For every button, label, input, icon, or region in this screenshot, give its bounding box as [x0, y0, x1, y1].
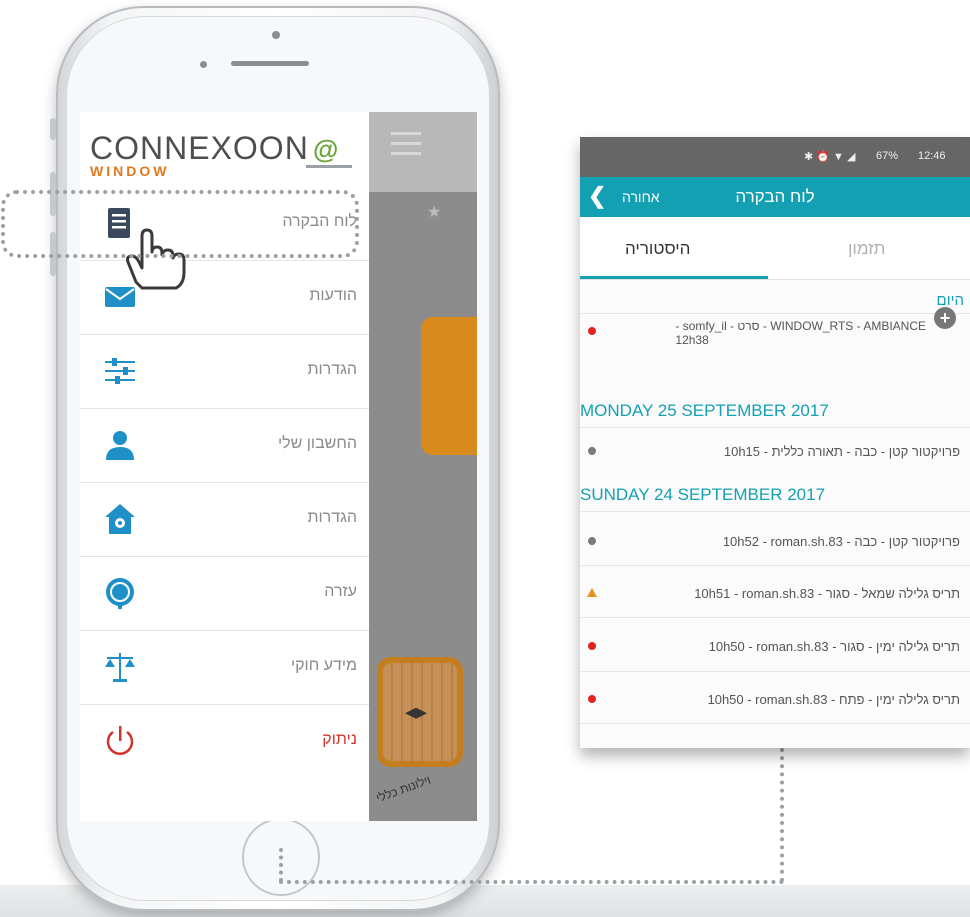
history-entry-text: תריס גלילה ימין - סגור - 10h50 - roman.s… — [708, 639, 960, 654]
warning-triangle-icon — [587, 588, 597, 597]
earpiece-speaker — [231, 61, 309, 66]
power-icon — [106, 726, 134, 755]
logo-at-icon: @ — [313, 134, 339, 164]
history-entry-text: תריס גלילה שמאל - סגור - 10h51 - roman.s… — [694, 586, 960, 601]
history-entry: פרויקטור קטן - כבה - 10h52 - roman.sh.83 — [580, 517, 970, 563]
status-dot-gray — [588, 537, 596, 545]
mute-switch — [50, 118, 56, 140]
history-entry-text: פרויקטור קטן - כבה - 10h52 - roman.sh.83 — [722, 534, 960, 549]
menu-item-label: מידע חוקי — [290, 657, 357, 674]
date-header: SUNDAY 24 SEPTEMBER 2017 — [580, 485, 826, 504]
menu-item-home-settings[interactable]: הגדרות — [80, 483, 369, 557]
device-tile — [421, 317, 477, 455]
menu-item-label: ניתוק — [322, 731, 357, 748]
today-entry: WINDOW_RTS - AMBIANCE - סרט - somfy_il -… — [675, 319, 926, 347]
menu-item-label: החשבון שלי — [278, 435, 357, 452]
shutter-icon — [377, 657, 463, 767]
front-camera — [272, 31, 280, 39]
history-entry: תריס גלילה שמאל - סגור - 10h51 - roman.s… — [580, 569, 970, 615]
today-entry-line1: WINDOW_RTS - AMBIANCE - סרט - somfy_il - — [675, 319, 926, 333]
menu-item-settings[interactable]: הגדרות — [80, 335, 369, 409]
add-entry-button[interactable]: + — [934, 307, 956, 329]
connector-dotted-line — [279, 848, 283, 882]
divider — [580, 617, 970, 618]
history-entry: תריס גלילה ימין - פתח - 10h50 - roman.sh… — [580, 675, 970, 721]
tab-bar: היסטוריה תזמון — [580, 217, 970, 280]
hamburger-icon — [391, 132, 421, 135]
history-entry: תריס גלילה ימין - סגור - 10h50 - roman.s… — [580, 622, 970, 668]
menu-item-label: עזרה — [324, 583, 357, 600]
menu-item-logout[interactable]: ניתוק — [80, 705, 369, 779]
menu-item-my-account[interactable]: החשבון שלי — [80, 409, 369, 483]
logo-text: CONNEXOON — [90, 130, 309, 166]
background-header — [369, 112, 477, 192]
star-icon: ★ — [427, 204, 442, 221]
connector-dotted-line — [279, 880, 784, 884]
dashboard-screenshot: ✱ ⏰ ▼ ◢ 67% 12:46 ❮ אחורה לוח הבקרה היסט… — [580, 137, 970, 748]
home-gear-icon — [105, 504, 135, 534]
status-dot-red — [588, 327, 596, 335]
menu-item-label: הגדרות — [307, 509, 357, 526]
menu-item-help[interactable]: עזרה — [80, 557, 369, 631]
sliders-icon — [105, 358, 135, 384]
menu-item-label: הודעות — [309, 287, 357, 304]
page-title: לוח הבקרה — [735, 187, 815, 206]
history-entry-text: פרויקטור קטן - כבה - תאורה כללית - 10h15 — [723, 444, 960, 459]
active-tab-indicator — [580, 276, 768, 279]
status-dot-red — [588, 695, 596, 703]
status-bar: ✱ ⏰ ▼ ◢ 67% 12:46 — [580, 137, 970, 177]
status-icons: ✱ ⏰ ▼ ◢ — [804, 151, 856, 163]
background-app: ★ וילונות כללי — [369, 112, 477, 821]
today-header: היום — [936, 292, 964, 309]
status-dot-red — [588, 642, 596, 650]
divider — [580, 723, 970, 724]
today-entry-time: 12h38 — [675, 333, 709, 347]
tab-history[interactable]: היסטוריה — [625, 239, 690, 259]
history-entry: פרויקטור קטן - כבה - תאורה כללית - 10h15 — [580, 427, 970, 473]
device-tile-label: וילונות כללי — [374, 772, 433, 806]
app-bar: ❮ אחורה לוח הבקרה — [580, 177, 970, 217]
highlight-dotted-box — [1, 190, 359, 258]
user-icon — [106, 431, 134, 460]
tab-schedule[interactable]: תזמון — [848, 239, 885, 259]
divider — [580, 565, 970, 566]
scales-icon — [105, 653, 135, 682]
battery-percent: 67% — [876, 150, 899, 162]
logo-cable-icon — [306, 165, 352, 168]
connexoon-logo: CONNEXOON WINDOW — [90, 132, 309, 178]
status-dot-gray — [588, 447, 596, 455]
divider — [580, 313, 970, 314]
divider — [580, 511, 970, 512]
proximity-sensor — [200, 61, 207, 68]
history-entry-text: תריס גלילה ימין - פתח - 10h50 - roman.sh… — [707, 692, 960, 707]
headset-icon — [106, 578, 134, 609]
clock: 12:46 — [918, 150, 946, 162]
divider — [580, 671, 970, 672]
menu-item-label: הגדרות — [307, 361, 357, 378]
connector-dotted-line — [780, 748, 784, 882]
date-header: MONDAY 25 SEPTEMBER 2017 — [580, 401, 829, 420]
menu-item-legal-info[interactable]: מידע חוקי — [80, 631, 369, 705]
logo-subtext: WINDOW — [90, 163, 170, 179]
